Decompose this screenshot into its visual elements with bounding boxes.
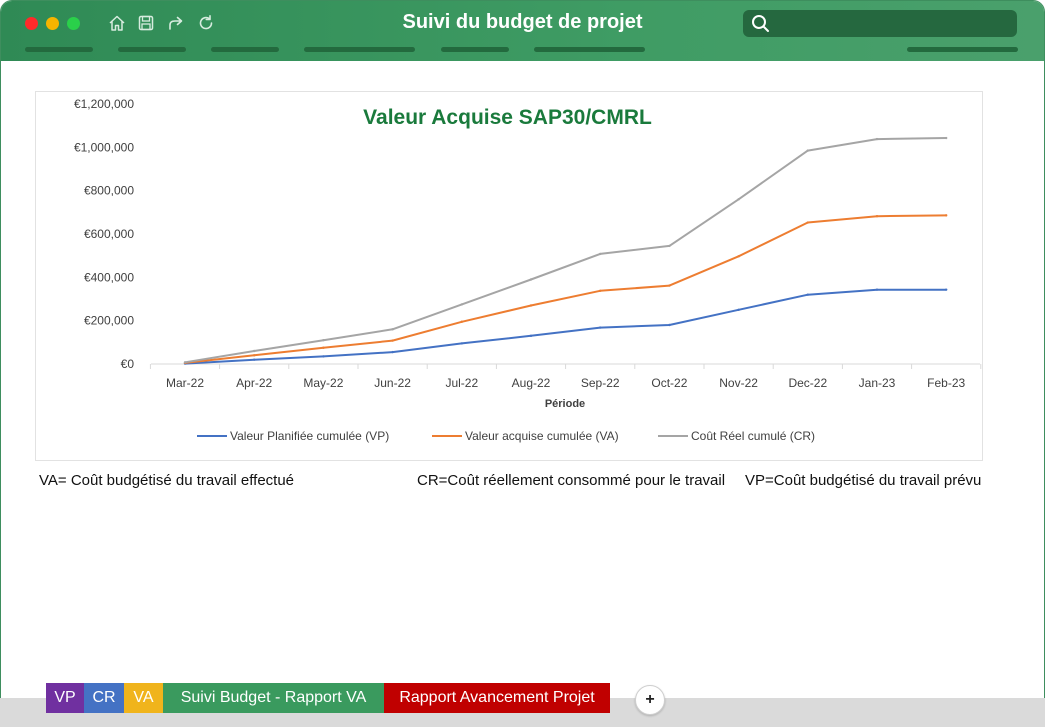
data-point (737, 308, 740, 312)
note-vp: VP=Coût budgétisé du travail prévu (745, 472, 982, 489)
data-point (737, 255, 740, 258)
data-point (322, 338, 325, 342)
note-cr: CR=Coût réellement consommé pour le trav… (417, 472, 726, 489)
data-point (599, 252, 602, 256)
series-line-2 (184, 214, 947, 364)
data-point (945, 288, 948, 291)
x-tick-label: Feb-23 (927, 376, 965, 390)
sheet-tab-rapport-avancement[interactable]: Rapport Avancement Projet (384, 683, 610, 713)
sheet-tab-vp[interactable]: VP (46, 683, 84, 713)
sheet-tab-cr[interactable]: CR (84, 683, 124, 713)
data-point (529, 304, 533, 307)
data-point (253, 354, 256, 357)
x-tick-label: Jul-22 (445, 376, 478, 390)
x-tick-label: Jun-22 (374, 376, 411, 390)
data-point (183, 361, 187, 364)
data-point (599, 326, 602, 329)
add-sheet-button[interactable]: + (635, 685, 665, 715)
line-chart: €0 €200,000 €400,000 €600,000 €800,000 €1,000… (74, 97, 982, 443)
x-tick-label: Dec-22 (788, 376, 827, 390)
data-point (391, 328, 394, 331)
x-tick-label: May-22 (303, 376, 343, 390)
data-point (529, 334, 533, 338)
note-va: VA= Coût budgétisé du travail effectué (39, 472, 295, 489)
x-axis-title: Période (545, 398, 585, 410)
data-point (529, 278, 533, 281)
data-point (391, 350, 394, 354)
y-tick-label: €800,000 (84, 184, 134, 198)
sheet-tab-suivi-budget[interactable]: Suivi Budget - Rapport VA (163, 683, 384, 713)
x-tick-label: Oct-22 (651, 376, 687, 390)
data-point (322, 346, 325, 349)
legend-label: Valeur Planifiée cumulée (VP) (230, 429, 389, 443)
data-point (806, 293, 809, 296)
data-point (322, 355, 325, 358)
data-point (875, 137, 879, 141)
legend-label: Valeur acquise cumulée (VA) (465, 429, 619, 443)
data-point (668, 323, 671, 327)
sheet-tab-va[interactable]: VA (124, 683, 163, 713)
data-point (253, 349, 256, 353)
y-tick-label: €400,000 (84, 270, 134, 284)
y-tick-label: €0 (121, 357, 135, 371)
data-point (806, 149, 809, 152)
y-tick-label: €1,200,000 (74, 97, 134, 111)
x-tick-label: Mar-22 (166, 376, 204, 390)
data-point (391, 339, 394, 342)
data-point (875, 288, 879, 291)
x-tick-label: Nov-22 (719, 376, 758, 390)
legend-label: Coût Réel cumulé (CR) (691, 429, 815, 443)
x-tick-label: Aug-22 (512, 376, 551, 390)
data-point (460, 303, 463, 306)
data-point (875, 215, 879, 218)
data-point (599, 289, 602, 292)
data-point (668, 244, 671, 248)
series-line-3 (184, 137, 947, 364)
x-tick-label: Jan-23 (859, 376, 896, 390)
data-point (806, 221, 809, 224)
data-point (737, 198, 740, 201)
y-tick-label: €1,000,000 (74, 140, 134, 154)
data-point (460, 342, 463, 345)
y-tick-label: €600,000 (84, 227, 134, 241)
data-point (460, 320, 463, 323)
series-line-1 (184, 288, 947, 365)
data-point (945, 214, 948, 217)
x-tick-label: Apr-22 (236, 376, 272, 390)
y-tick-label: €200,000 (84, 314, 134, 328)
data-point (945, 136, 948, 140)
data-point (253, 358, 256, 361)
x-tick-label: Sep-22 (581, 376, 620, 390)
data-point (668, 284, 671, 287)
